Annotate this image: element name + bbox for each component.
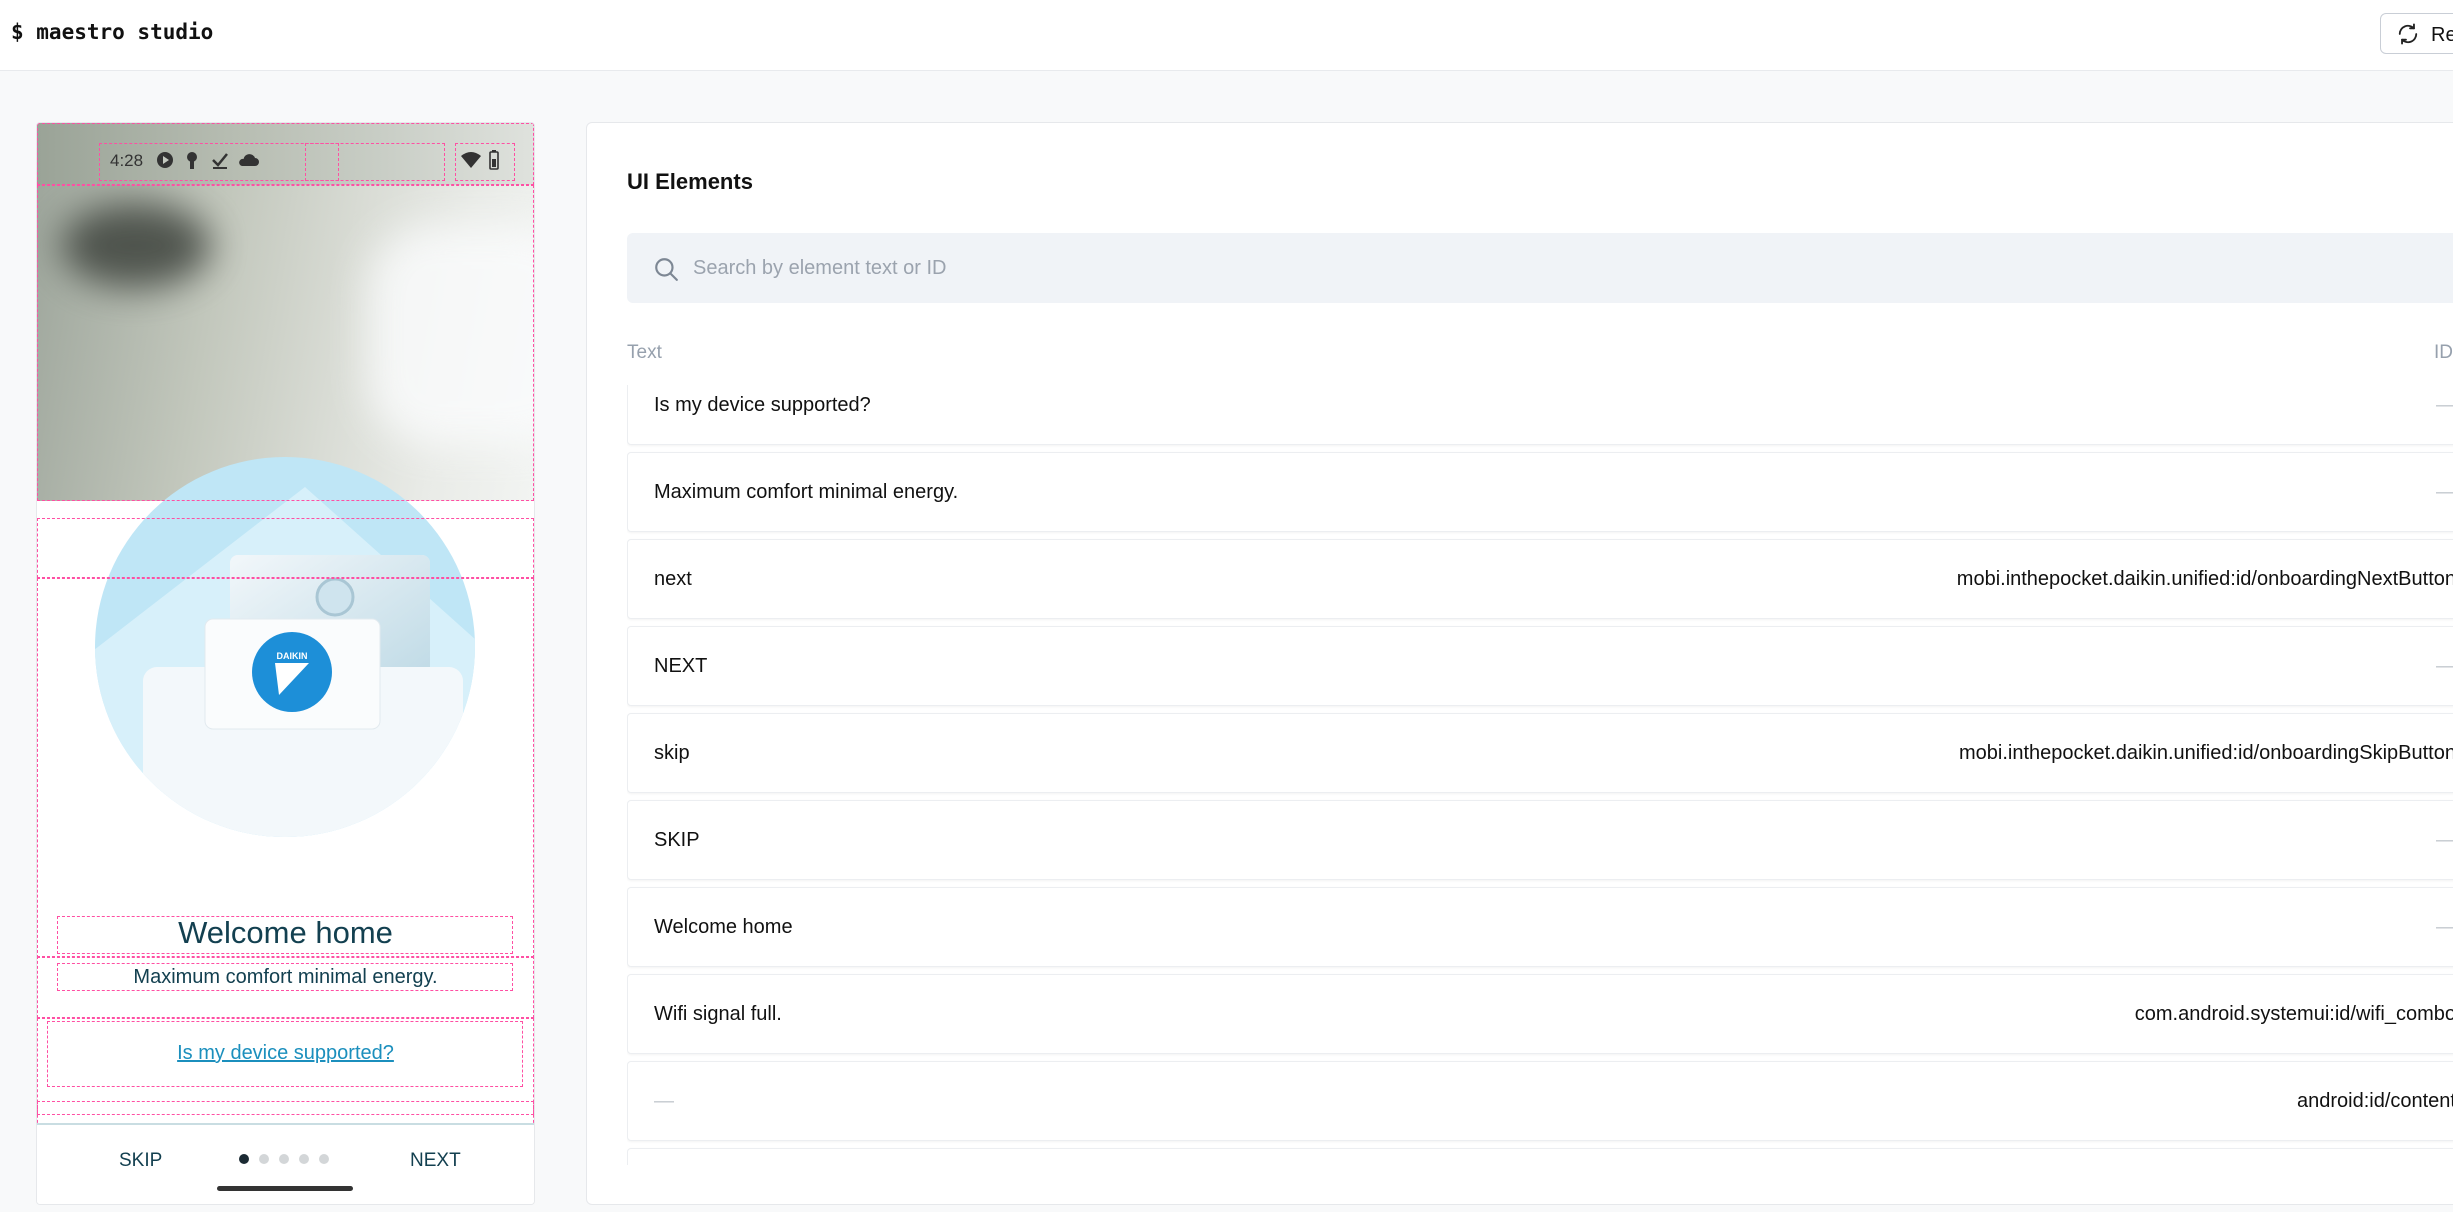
element-text: Welcome home [654,916,793,938]
search-icon [655,258,678,281]
bounds-footer-spacer [37,1101,534,1115]
page-indicator [239,1149,339,1169]
column-header-text: Text [627,342,662,363]
element-row[interactable]: Maximum comfort minimal energy. — [627,452,2453,532]
key-notification-icon [187,152,197,169]
element-search[interactable] [627,233,2453,303]
welcome-subtitle: Maximum comfort minimal energy. [133,966,438,988]
element-text: Is my device supported? [654,394,871,416]
wifi-icon [461,152,481,168]
battery-icon [489,150,499,170]
element-id: com.android.systemui:id/wifi_combo [2134,1003,2453,1025]
element-row[interactable]: Is my device supported? — [627,385,2453,445]
status-time: 4:28 [110,151,144,170]
element-text: skip [654,742,690,764]
element-row[interactable]: Welcome home — [627,887,2453,967]
element-id: — [2436,394,2453,417]
element-id: — [2436,655,2453,678]
device-supported-link[interactable]: Is my device supported? [37,1042,534,1065]
daikin-logo: DAIKIN [277,651,308,661]
refresh-button[interactable]: Re [2380,13,2453,54]
element-row[interactable]: NEXT — [627,626,2453,706]
element-id: mobi.inthepocket.daikin.unified:id/onboa… [1956,568,2453,590]
element-text: next [654,568,692,590]
check-notification-icon [212,153,228,169]
page-dot [319,1154,329,1164]
onboarding-illustration: DAIKIN [95,457,475,837]
status-bar: 4:28 [37,123,534,185]
element-id: — [2436,481,2453,504]
element-text: Maximum comfort minimal energy. [654,481,959,503]
element-row[interactable]: skip mobi.inthepocket.daikin.unified:id/… [627,713,2453,793]
search-input[interactable] [693,233,2393,303]
element-id: — [2436,916,2453,939]
cloud-notification-icon [239,154,259,166]
page-dot [299,1154,309,1164]
ui-elements-panel: UI Elements Text ID Is my device support… [586,122,2453,1205]
element-row[interactable]: — android:id/content [627,1061,2453,1141]
onboarding-nav-bar: SKIP NEXT [37,1123,534,1204]
element-row[interactable]: SKIP — [627,800,2453,880]
refresh-button-label: Re [2431,24,2453,46]
element-id: mobi.inthepocket.daikin.unified:id/onboa… [1958,742,2453,764]
hero-image [37,185,534,501]
element-text: SKIP [654,829,700,851]
home-indicator[interactable] [217,1186,353,1191]
skip-button[interactable]: SKIP [119,1150,162,1172]
next-button[interactable]: NEXT [410,1150,461,1172]
page-dot [239,1154,249,1164]
element-text: NEXT [654,655,708,677]
element-row[interactable]: next mobi.inthepocket.daikin.unified:id/… [627,539,2453,619]
element-text: Wifi signal full. [654,1003,782,1025]
column-header-id: ID [2434,342,2453,363]
device-preview[interactable]: 4:28 DAIKIN Welcome home Maximum comfort… [36,122,535,1205]
element-row[interactable] [627,1148,2453,1165]
bounds-text-group [37,1018,534,1133]
element-id: android:id/content [2296,1090,2453,1112]
page-dot [279,1154,289,1164]
top-bar: $ maestro studio Re [0,0,2453,71]
elements-list[interactable]: Is my device supported? — Maximum comfor… [627,385,2453,1165]
panel-title: UI Elements [627,169,753,194]
refresh-icon [2398,23,2418,45]
page-dot [259,1154,269,1164]
element-id: — [2436,829,2453,852]
app-title: $ maestro studio [11,20,214,44]
element-text: — [654,1090,674,1112]
element-row[interactable]: Wifi signal full. com.android.systemui:i… [627,974,2453,1054]
welcome-title: Welcome home [178,915,393,950]
play-notification-icon [157,152,173,168]
